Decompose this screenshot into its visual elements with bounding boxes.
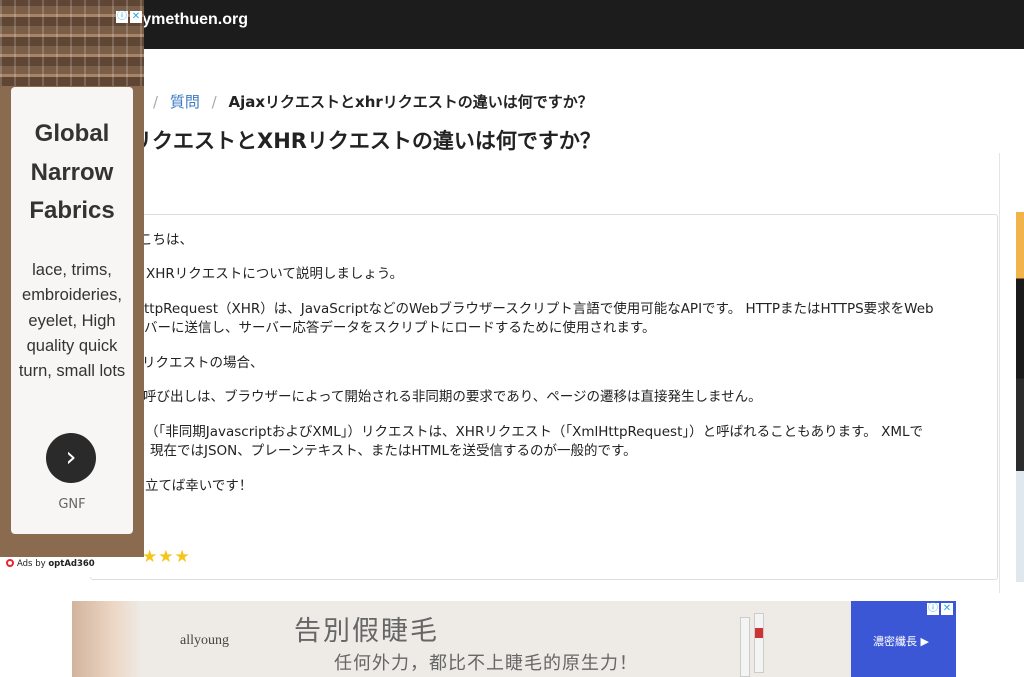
answer-paragraph: バーに送信し、サーバー応答データをスクリプトにロードするために使用されます。 bbox=[144, 320, 656, 336]
left-ad[interactable]: ⓘ ✕ Global Narrow Fabrics lace, trims, e… bbox=[0, 0, 144, 577]
ad-brand: GNF bbox=[58, 497, 86, 512]
ad-close-icon[interactable]: ✕ bbox=[130, 11, 142, 23]
chevron-right-icon[interactable]: › bbox=[46, 433, 96, 483]
answer-paragraph: 立てば幸いです！ bbox=[145, 478, 253, 494]
breadcrumb-separator: / bbox=[211, 93, 217, 111]
ad-headline: 告別假睫毛 bbox=[294, 616, 439, 647]
ad-badges: ⓘ ✕ bbox=[116, 11, 142, 23]
ad-close-icon[interactable]: ✕ bbox=[941, 603, 953, 615]
ad-product-image bbox=[754, 613, 764, 673]
ad-model-image bbox=[72, 601, 142, 677]
answer-paragraph: リクエストの場合、 bbox=[142, 355, 264, 371]
ad-cta-label: 濃密纖長 ▶ bbox=[873, 635, 929, 648]
answer-paragraph: 現在ではJSON、プレーンテキスト、またはHTMLを送受信するのが一般的です。 bbox=[150, 443, 637, 459]
breadcrumb-questions-link[interactable]: 質問 bbox=[170, 93, 200, 111]
answer-paragraph: XHRリクエストについて説明しましょう。 bbox=[146, 266, 404, 282]
answer-paragraph: こちは、 bbox=[139, 232, 193, 248]
breadcrumb-current: Ajaxリクエストとxhrリクエストの違いは何ですか？ bbox=[228, 93, 593, 111]
ad-card[interactable]: Global Narrow Fabrics lace, trims, embro… bbox=[11, 87, 133, 534]
page-title: リクエストとXHRリクエストの違いは何ですか？ bbox=[131, 129, 601, 153]
bottom-banner-ad[interactable]: allyoung 告別假睫毛 任何外力，都比不上睫毛的原生力！ 濃密纖長 ▶ ⓘ… bbox=[72, 601, 956, 677]
ad-info-icon[interactable]: ⓘ bbox=[927, 603, 939, 615]
ads-by-brand: optAd360 bbox=[48, 559, 95, 569]
breadcrumb-separator: / bbox=[153, 93, 159, 111]
top-navbar: rymethuen.org bbox=[0, 0, 1024, 49]
ad-headline: Global Narrow Fabrics bbox=[29, 120, 115, 224]
rating-stars[interactable]: ★★★ bbox=[142, 547, 191, 567]
breadcrumb: / 質問 / Ajaxリクエストとxhrリクエストの違いは何ですか？ bbox=[146, 91, 593, 112]
ad-badges: ⓘ ✕ bbox=[927, 603, 953, 615]
ad-logo: allyoung bbox=[180, 633, 229, 648]
sidebar-ad-image[interactable] bbox=[1016, 212, 1024, 582]
ads-by-label[interactable]: Ads by optAd360 bbox=[0, 557, 144, 577]
ad-copy: lace, trims, embroideries, eyelet, High … bbox=[18, 261, 126, 381]
optad-logo-icon bbox=[6, 559, 14, 567]
answer-paragraph: （「非同期JavascriptおよびXML」）リクエストは、XHRリクエスト（「… bbox=[145, 424, 923, 440]
ad-info-icon[interactable]: ⓘ bbox=[116, 11, 128, 23]
answer-paragraph: ttpRequest（XHR）は、JavaScriptなどのWebブラウザースク… bbox=[144, 301, 934, 317]
ad-subline: 任何外力，都比不上睫毛的原生力！ bbox=[334, 653, 638, 674]
answer-paragraph: 呼び出しは、ブラウザーによって開始される非同期の要求であり、ページの遷移は直接発… bbox=[143, 389, 762, 405]
site-name-link[interactable]: rymethuen.org bbox=[136, 11, 248, 29]
ads-by-text: Ads by bbox=[17, 559, 46, 569]
